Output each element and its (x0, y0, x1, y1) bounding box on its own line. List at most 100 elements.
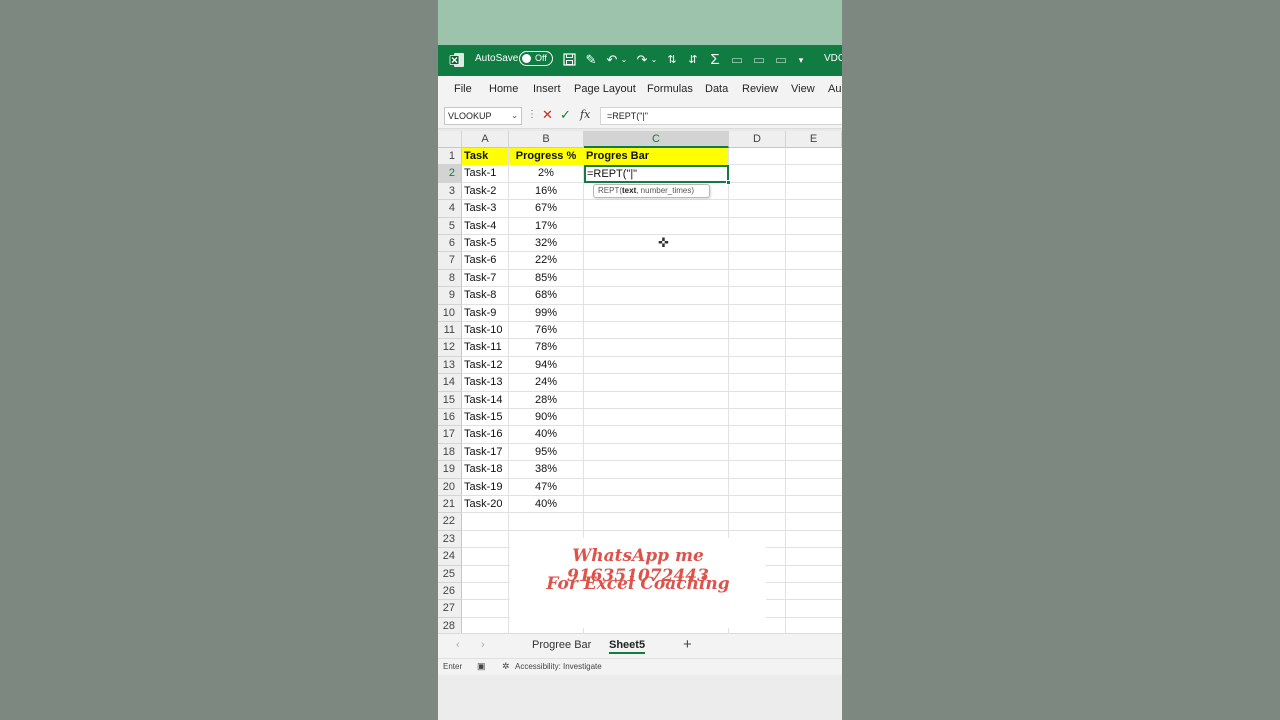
row-header-2[interactable]: 2 (438, 165, 462, 183)
redo-dropdown-icon[interactable]: ⌄ (650, 51, 658, 69)
active-cell[interactable]: =REPT("|" (584, 165, 731, 185)
progress-cell[interactable]: 85% (509, 270, 583, 287)
row-header-17[interactable]: 17 (438, 426, 462, 444)
tab-insert[interactable]: Insert (533, 83, 561, 95)
row-header-20[interactable]: 20 (438, 478, 462, 496)
row-header-28[interactable]: 28 (438, 617, 462, 633)
header-cell-task[interactable]: Task (462, 148, 508, 165)
task-name-cell[interactable]: Task-5 (462, 235, 508, 252)
row-header-8[interactable]: 8 (438, 269, 462, 288)
fill-handle[interactable] (726, 180, 731, 185)
task-name-cell[interactable]: Task-7 (462, 270, 508, 287)
tab-page-layout[interactable]: Page Layout (574, 83, 636, 95)
open-folder-icon[interactable]: ▭ (729, 51, 745, 69)
progress-cell[interactable]: 16% (509, 183, 583, 200)
progress-cell[interactable]: 22% (509, 252, 583, 269)
row-header-9[interactable]: 9 (438, 287, 462, 305)
row-header-5[interactable]: 5 (438, 217, 462, 235)
progress-cell[interactable]: 68% (509, 287, 583, 304)
format-painter-icon[interactable]: ✎ (583, 51, 599, 69)
more-options-icon[interactable]: ⋮ (527, 109, 537, 120)
tab-formulas[interactable]: Formulas (647, 83, 693, 95)
task-name-cell[interactable]: Task-16 (462, 426, 508, 443)
undo-icon[interactable]: ↶ (604, 51, 620, 69)
formula-input[interactable]: =REPT("|" (600, 107, 842, 125)
row-header-22[interactable]: 22 (438, 513, 462, 531)
undo-dropdown-icon[interactable]: ⌄ (620, 51, 628, 69)
progress-cell[interactable]: 76% (509, 322, 583, 339)
row-header-3[interactable]: 3 (438, 182, 462, 201)
picture-icon[interactable]: ▭ (751, 51, 767, 69)
row-header-1[interactable]: 1 (438, 148, 462, 166)
task-name-cell[interactable]: Task-15 (462, 409, 508, 426)
next-sheet-icon[interactable]: › (481, 639, 485, 651)
row-header-27[interactable]: 27 (438, 600, 462, 618)
row-header-18[interactable]: 18 (438, 443, 462, 462)
progress-cell[interactable]: 99% (509, 305, 583, 322)
progress-cell[interactable]: 24% (509, 374, 583, 391)
progress-cell[interactable]: 67% (509, 200, 583, 217)
row-header-10[interactable]: 10 (438, 304, 462, 322)
progress-cell[interactable]: 90% (509, 409, 583, 426)
progress-cell[interactable]: 78% (509, 339, 583, 356)
task-name-cell[interactable]: Task-18 (462, 461, 508, 478)
progress-cell[interactable]: 95% (509, 444, 583, 461)
task-name-cell[interactable]: Task-2 (462, 183, 508, 200)
task-name-cell[interactable]: Task-17 (462, 444, 508, 461)
print-icon[interactable]: ▭ (773, 51, 789, 69)
row-header-16[interactable]: 16 (438, 409, 462, 427)
header-cell-progress[interactable]: Progress % (509, 148, 583, 165)
enter-check-icon[interactable]: ✓ (560, 107, 571, 123)
column-header-d[interactable]: D (729, 131, 786, 148)
row-header-11[interactable]: 11 (438, 322, 462, 340)
row-header-6[interactable]: 6 (438, 235, 462, 253)
row-header-12[interactable]: 12 (438, 339, 462, 357)
row-header-23[interactable]: 23 (438, 530, 462, 549)
user-badge[interactable]: VDO (824, 53, 842, 64)
spreadsheet-grid[interactable]: ABCDE 1 2 3 4 5 6 7 8 9 10 11 12 13 14 15 16 17 18 19 20 21 2… (438, 131, 842, 633)
insert-function-icon[interactable]: fx (580, 108, 590, 121)
row-header-26[interactable]: 26 (438, 583, 462, 601)
row-header-15[interactable]: 15 (438, 391, 462, 409)
progress-cell[interactable]: 40% (509, 426, 583, 443)
tab-home[interactable]: Home (489, 83, 518, 95)
row-header-14[interactable]: 14 (438, 374, 462, 392)
tab-data[interactable]: Data (705, 83, 728, 95)
progress-cell[interactable]: 47% (509, 479, 583, 496)
task-name-cell[interactable]: Task-14 (462, 392, 508, 409)
task-name-cell[interactable]: Task-3 (462, 200, 508, 217)
progress-cell[interactable]: 32% (509, 235, 583, 252)
tab-automate[interactable]: Au (828, 83, 841, 95)
task-name-cell[interactable]: Task-10 (462, 322, 508, 339)
task-name-cell[interactable]: Task-12 (462, 357, 508, 374)
task-name-cell[interactable]: Task-19 (462, 479, 508, 496)
customize-toolbar-icon[interactable]: ▾ (795, 51, 807, 69)
progress-cell[interactable]: 17% (509, 218, 583, 235)
tab-file[interactable]: File (454, 83, 472, 95)
autosave-toggle[interactable]: Off (519, 51, 553, 66)
accessibility-icon[interactable]: ✲ (502, 661, 510, 672)
task-name-cell[interactable]: Task-1 (462, 165, 508, 182)
task-name-cell[interactable]: Task-6 (462, 252, 508, 269)
row-header-24[interactable]: 24 (438, 548, 462, 566)
tab-view[interactable]: View (791, 83, 815, 95)
row-header-4[interactable]: 4 (438, 200, 462, 218)
name-box[interactable]: VLOOKUP ⌄ (444, 107, 522, 125)
select-all-corner[interactable] (438, 131, 462, 148)
progress-cell[interactable]: 28% (509, 392, 583, 409)
sheet-tab-sheet5[interactable]: Sheet5 (609, 639, 646, 654)
header-cell-progress-bar[interactable]: Progres Bar (584, 148, 728, 165)
redo-icon[interactable]: ↷ (634, 51, 650, 69)
cancel-icon[interactable]: ✕ (542, 107, 553, 123)
sort-ascending-icon[interactable]: ⇅ (664, 51, 680, 69)
task-name-cell[interactable]: Task-9 (462, 305, 508, 322)
task-name-cell[interactable]: Task-11 (462, 339, 508, 356)
row-header-13[interactable]: 13 (438, 356, 462, 375)
task-name-cell[interactable]: Task-20 (462, 496, 508, 513)
task-name-cell[interactable]: Task-4 (462, 218, 508, 235)
row-header-7[interactable]: 7 (438, 252, 462, 270)
column-header-e[interactable]: E (786, 131, 842, 148)
row-header-19[interactable]: 19 (438, 461, 462, 479)
progress-cell[interactable]: 94% (509, 357, 583, 374)
chevron-down-icon[interactable]: ⌄ (511, 108, 518, 124)
